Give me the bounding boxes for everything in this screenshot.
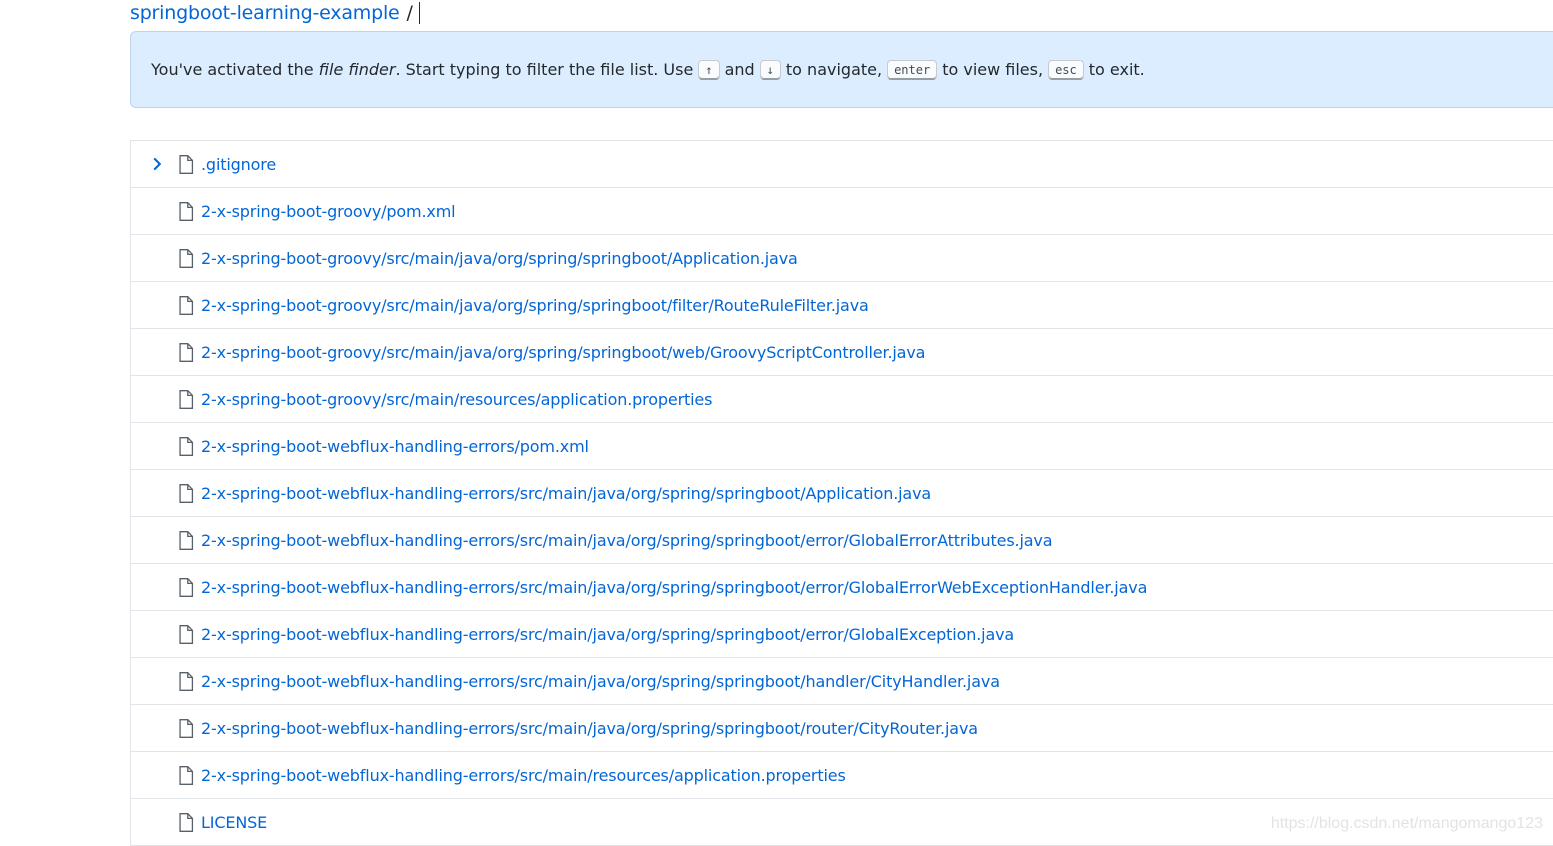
file-path-link[interactable]: .gitignore xyxy=(201,141,276,188)
file-path-link[interactable]: 2-x-spring-boot-groovy/pom.xml xyxy=(201,188,456,235)
key-down: ↓ xyxy=(759,59,781,80)
file-path-link[interactable]: 2-x-spring-boot-webflux-handling-errors/… xyxy=(201,705,978,752)
file-icon xyxy=(178,578,194,597)
file-path-link[interactable]: 2-x-spring-boot-groovy/src/main/java/org… xyxy=(201,282,869,329)
file-path-link[interactable]: 2-x-spring-boot-webflux-handling-errors/… xyxy=(201,423,589,470)
file-list: .gitignore 2-x-spring-boot-groovy/pom.xml… xyxy=(130,140,1553,846)
file-icon xyxy=(178,249,194,268)
file-row[interactable]: 2-x-spring-boot-webflux-handling-errors/… xyxy=(131,705,1553,752)
file-row[interactable]: 2-x-spring-boot-groovy/src/main/resource… xyxy=(131,376,1553,423)
file-path-link[interactable]: 2-x-spring-boot-groovy/src/main/java/org… xyxy=(201,329,925,376)
file-path-link[interactable]: 2-x-spring-boot-webflux-handling-errors/… xyxy=(201,470,931,517)
breadcrumb-separator: / xyxy=(406,2,413,24)
file-row[interactable]: 2-x-spring-boot-groovy/src/main/java/org… xyxy=(131,282,1553,329)
file-icon xyxy=(178,531,194,550)
file-icon xyxy=(178,155,194,174)
file-path-link[interactable]: 2-x-spring-boot-webflux-handling-errors/… xyxy=(201,517,1053,564)
flash-text-view: to view files, xyxy=(942,60,1044,79)
file-row[interactable]: 2-x-spring-boot-webflux-handling-errors/… xyxy=(131,752,1553,799)
file-row[interactable]: 2-x-spring-boot-webflux-handling-errors/… xyxy=(131,517,1553,564)
file-icon xyxy=(178,719,194,738)
flash-text-and: and xyxy=(724,60,755,79)
flash-text-navigate: to navigate, xyxy=(785,60,883,79)
key-esc: esc xyxy=(1048,59,1084,80)
file-path-link[interactable]: LICENSE xyxy=(201,799,267,846)
repo-link[interactable]: springboot-learning-example xyxy=(130,2,400,24)
file-path-link[interactable]: 2-x-spring-boot-webflux-handling-errors/… xyxy=(201,658,1000,705)
file-row[interactable]: 2-x-spring-boot-webflux-handling-errors/… xyxy=(131,658,1553,705)
key-up: ↑ xyxy=(698,59,720,80)
file-path-link[interactable]: 2-x-spring-boot-groovy/src/main/java/org… xyxy=(201,235,798,282)
file-icon xyxy=(178,672,194,691)
flash-text-exit: to exit. xyxy=(1088,60,1145,79)
file-row[interactable]: 2-x-spring-boot-webflux-handling-errors/… xyxy=(131,564,1553,611)
file-icon xyxy=(178,202,194,221)
file-row[interactable]: 2-x-spring-boot-webflux-handling-errors/… xyxy=(131,470,1553,517)
file-icon xyxy=(178,437,194,456)
file-row[interactable]: 2-x-spring-boot-webflux-handling-errors/… xyxy=(131,423,1553,470)
file-row[interactable]: 2-x-spring-boot-webflux-handling-errors/… xyxy=(131,611,1553,658)
file-icon xyxy=(178,813,194,832)
file-icon xyxy=(178,625,194,644)
file-icon xyxy=(178,766,194,785)
file-icon xyxy=(178,296,194,315)
watermark: https://blog.csdn.net/mangomango123 xyxy=(1270,815,1543,832)
file-finder-input-caret[interactable] xyxy=(418,2,420,24)
file-row[interactable]: 2-x-spring-boot-groovy/src/main/java/org… xyxy=(131,329,1553,376)
file-icon xyxy=(178,343,194,362)
flash-text-before: You've activated the xyxy=(151,60,319,79)
file-row[interactable]: 2-x-spring-boot-groovy/src/main/java/org… xyxy=(131,235,1553,282)
file-path-link[interactable]: 2-x-spring-boot-webflux-handling-errors/… xyxy=(201,752,846,799)
chevron-right-icon xyxy=(149,155,165,173)
file-path-link[interactable]: 2-x-spring-boot-groovy/src/main/resource… xyxy=(201,376,712,423)
breadcrumb: springboot-learning-example / xyxy=(130,0,420,26)
flash-emphasis: file finder xyxy=(318,60,396,79)
file-finder-flash: You've activated the file finder. Start … xyxy=(130,31,1553,108)
file-row[interactable]: .gitignore xyxy=(131,141,1553,188)
flash-text-after: . Start typing to filter the file list. … xyxy=(395,60,694,79)
file-icon xyxy=(178,390,194,409)
file-path-link[interactable]: 2-x-spring-boot-webflux-handling-errors/… xyxy=(201,611,1014,658)
file-path-link[interactable]: 2-x-spring-boot-webflux-handling-errors/… xyxy=(201,564,1147,611)
file-row[interactable]: 2-x-spring-boot-groovy/pom.xml xyxy=(131,188,1553,235)
file-icon xyxy=(178,484,194,503)
key-enter: enter xyxy=(887,59,938,80)
